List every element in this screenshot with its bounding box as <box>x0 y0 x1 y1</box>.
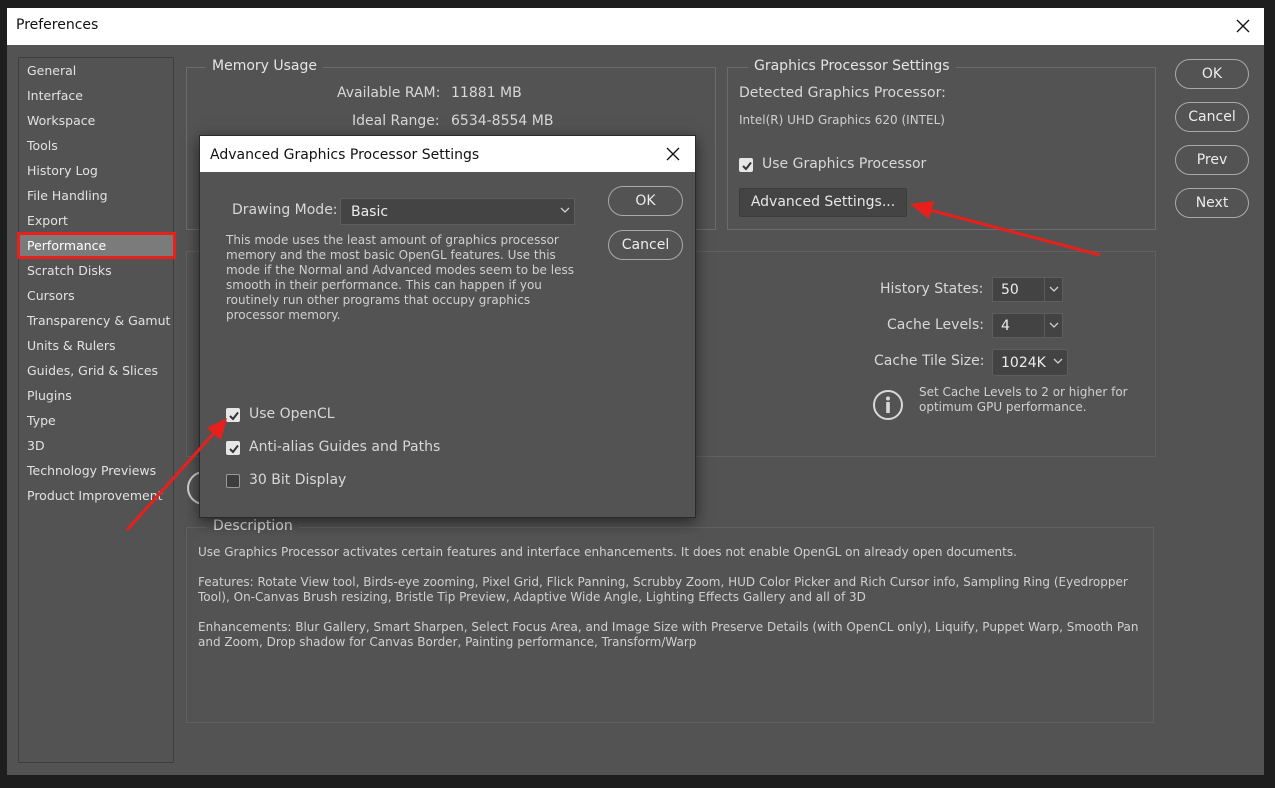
arrow-to-advanced-settings <box>910 201 1101 257</box>
arrow-to-use-opencl <box>125 418 227 532</box>
annotation-arrows <box>125 201 1101 532</box>
